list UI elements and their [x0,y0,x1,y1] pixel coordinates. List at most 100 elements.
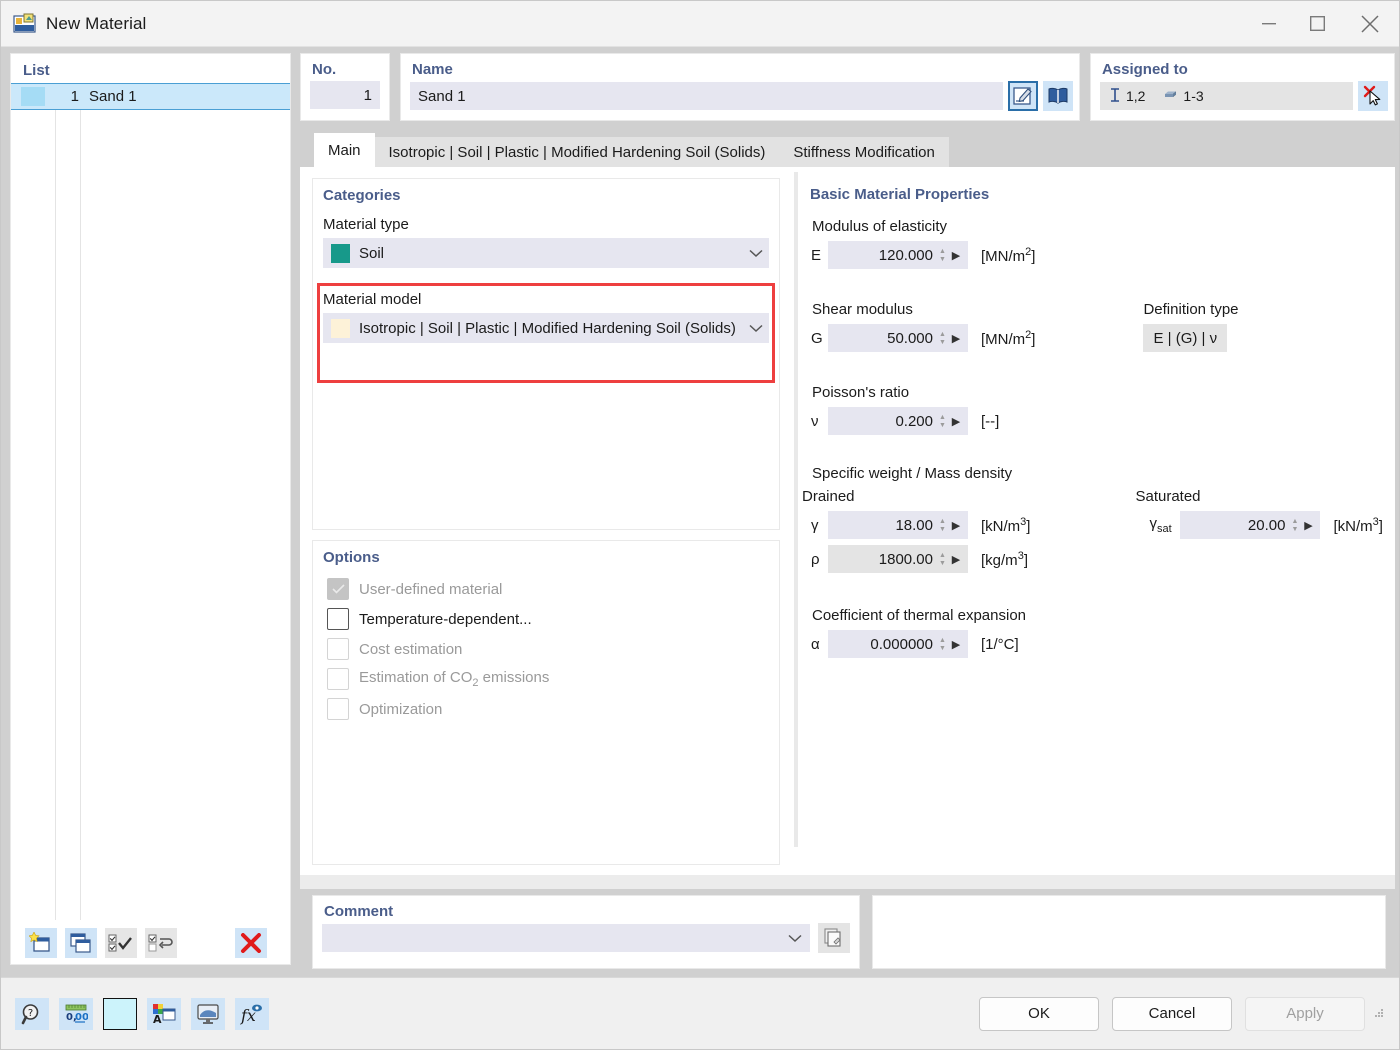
alpha-input[interactable]: 0.000000 ▲ ▼ ▶ [828,630,968,658]
gamma-row: γ 18.00 ▲ ▼ ▶ [kN/m3] [802,511,1030,539]
color-palette-window-icon[interactable]: A [147,997,181,1030]
maximize-icon[interactable] [1293,1,1341,46]
comment-input[interactable] [322,924,810,952]
apply-button: Apply [1245,996,1365,1031]
options-title: Options [323,549,380,566]
footer-bar: ? 0, 00 A fx OK Cancel Apply [1,977,1399,1049]
shear-more-icon[interactable]: ▶ [948,332,964,345]
list-title: List [23,62,50,79]
material-list-grid[interactable]: 1 Sand 1 [11,83,290,920]
resize-grip[interactable] [1375,1008,1385,1019]
drained-column: Drained γ 18.00 ▲ ▼ ▶ [kN/m3] ρ 1800.00 … [802,488,1030,579]
material-model-label: Material model [323,291,422,308]
gamma-sat-input[interactable]: 20.00 ▲ ▼ ▶ [1180,511,1321,539]
assigned-solids-value: 1-3 [1183,88,1204,104]
checkmarks-icon[interactable] [105,927,137,958]
tab-material-model[interactable]: Isotropic | Soil | Plastic | Modified Ha… [374,137,780,167]
checkbox-swap-icon[interactable] [145,927,177,958]
help-magnifier-icon[interactable]: ? [15,997,49,1030]
minimize-icon[interactable] [1245,1,1293,46]
new-window-star-icon[interactable] [25,927,57,958]
shear-input[interactable]: 50.000 ▲ ▼ ▶ [828,324,968,352]
material-model-dropdown[interactable]: Isotropic | Soil | Plastic | Modified Ha… [323,313,769,343]
gamma-more-icon[interactable]: ▶ [948,519,964,532]
option-temperature-dependent[interactable]: Temperature-dependent... [313,604,779,634]
book-icon[interactable] [1042,81,1073,111]
thermal-group-label: Coefficient of thermal expansion [812,607,1027,624]
name-input[interactable]: Sand 1 [410,82,1003,110]
poisson-input[interactable]: 0.200 ▲ ▼ ▶ [828,407,968,435]
drained-label: Drained [802,488,855,505]
pane-divider[interactable] [790,168,802,875]
copy-window-icon[interactable] [65,927,97,958]
material-list-box: List 1 Sand 1 [10,53,291,965]
alpha-symbol: α [811,635,820,653]
option-optimization: Optimization [313,694,779,724]
option-user-defined-material[interactable]: User-defined material [313,574,779,604]
poisson-symbol: ν [811,412,819,430]
tab-main[interactable]: Main [314,133,375,167]
shear-symbol: G [811,329,823,347]
fx-icon[interactable]: fx [235,997,269,1030]
rho-unit: [kg/m3] [981,549,1028,569]
monitor-icon[interactable] [191,997,225,1030]
rho-more-icon[interactable]: ▶ [948,553,964,566]
clear-assignment-button[interactable] [1357,81,1388,111]
cancel-button[interactable]: Cancel [1112,996,1232,1031]
solid-icon [1163,88,1179,105]
list-item[interactable]: 1 Sand 1 [11,83,290,110]
option-label-optimization: Optimization [359,700,443,718]
number-group: No. 1 [300,53,390,121]
assigned-to-label: Assigned to [1101,61,1188,78]
new-material-dialog: New Material List 1 Sand 1 No. 1 Name Sa… [0,0,1400,1050]
material-color-swatch [21,87,45,106]
checkbox-user-defined-material [327,578,349,600]
grid-column-divider-2 [80,83,81,920]
ok-button[interactable]: OK [979,996,1099,1031]
gamma-input[interactable]: 18.00 ▲ ▼ ▶ [828,511,968,539]
spinner-arrows-icon[interactable]: ▲ ▼ [939,552,948,567]
poisson-group-label: Poisson's ratio [812,384,910,401]
saturated-label: Saturated [1135,488,1201,505]
tab-stiffness-modification[interactable]: Stiffness Modification [779,137,949,167]
pencil-edit-icon[interactable] [1007,81,1038,111]
material-type-dropdown[interactable]: Soil [323,238,769,268]
window-title: New Material [46,13,147,33]
definition-type-value[interactable]: E | (G) | ν [1143,324,1228,352]
gamma-symbol: γ [811,516,819,534]
header-row: No. 1 Name Sand 1 Assigned to 1,2 1-3 [300,53,1395,121]
title-bar: New Material [1,1,1399,47]
poisson-more-icon[interactable]: ▶ [948,415,964,428]
close-icon[interactable] [1341,1,1399,46]
definition-type-block: Definition type E | (G) | ν [1143,275,1239,352]
rho-input[interactable]: 1800.00 ▲ ▼ ▶ [828,545,968,573]
spinner-arrows-icon[interactable]: ▲ ▼ [939,637,948,652]
modulus-input[interactable]: 120.000 ▲ ▼ ▶ [828,241,968,269]
red-x-icon[interactable] [235,927,267,958]
shear-row: G 50.000 ▲ ▼ ▶ [MN/m2] [802,324,1035,352]
definition-type-label: Definition type [1143,301,1239,318]
comment-templates-button[interactable] [818,923,850,953]
rho-value: 1800.00 [878,550,933,568]
spinner-arrows-icon[interactable]: ▲ ▼ [939,518,948,533]
poisson-row: ν 0.200 ▲ ▼ ▶ [--] [802,407,1383,435]
name-group: Name Sand 1 [400,53,1080,121]
modulus-more-icon[interactable]: ▶ [948,249,964,262]
spinner-arrows-icon[interactable]: ▲ ▼ [939,248,948,263]
content-panes: Categories Material type Soil Material m… [300,168,1395,875]
number-input[interactable]: 1 [310,81,380,109]
poisson-value: 0.200 [895,412,933,430]
alpha-more-icon[interactable]: ▶ [948,638,964,651]
shear-group-label: Shear modulus [812,301,913,318]
spinner-arrows-icon[interactable]: ▲ ▼ [939,414,948,429]
gamma-sat-more-icon[interactable]: ▶ [1300,519,1316,532]
number-format-icon[interactable]: 0, 00 [59,997,93,1030]
color-swatch-icon[interactable] [103,997,137,1030]
spinner-arrows-icon[interactable]: ▲ ▼ [1291,518,1300,533]
spinner-arrows-icon[interactable]: ▲ ▼ [939,331,948,346]
checkbox-co2-emissions [327,668,349,690]
horizontal-scrollbar[interactable] [300,875,1395,889]
assigned-to-input[interactable]: 1,2 1-3 [1099,82,1353,110]
dialog-body: List 1 Sand 1 No. 1 Name Sand 1 Assigned… [1,47,1399,977]
option-co2-emissions: Estimation of CO2 emissions [313,664,779,694]
